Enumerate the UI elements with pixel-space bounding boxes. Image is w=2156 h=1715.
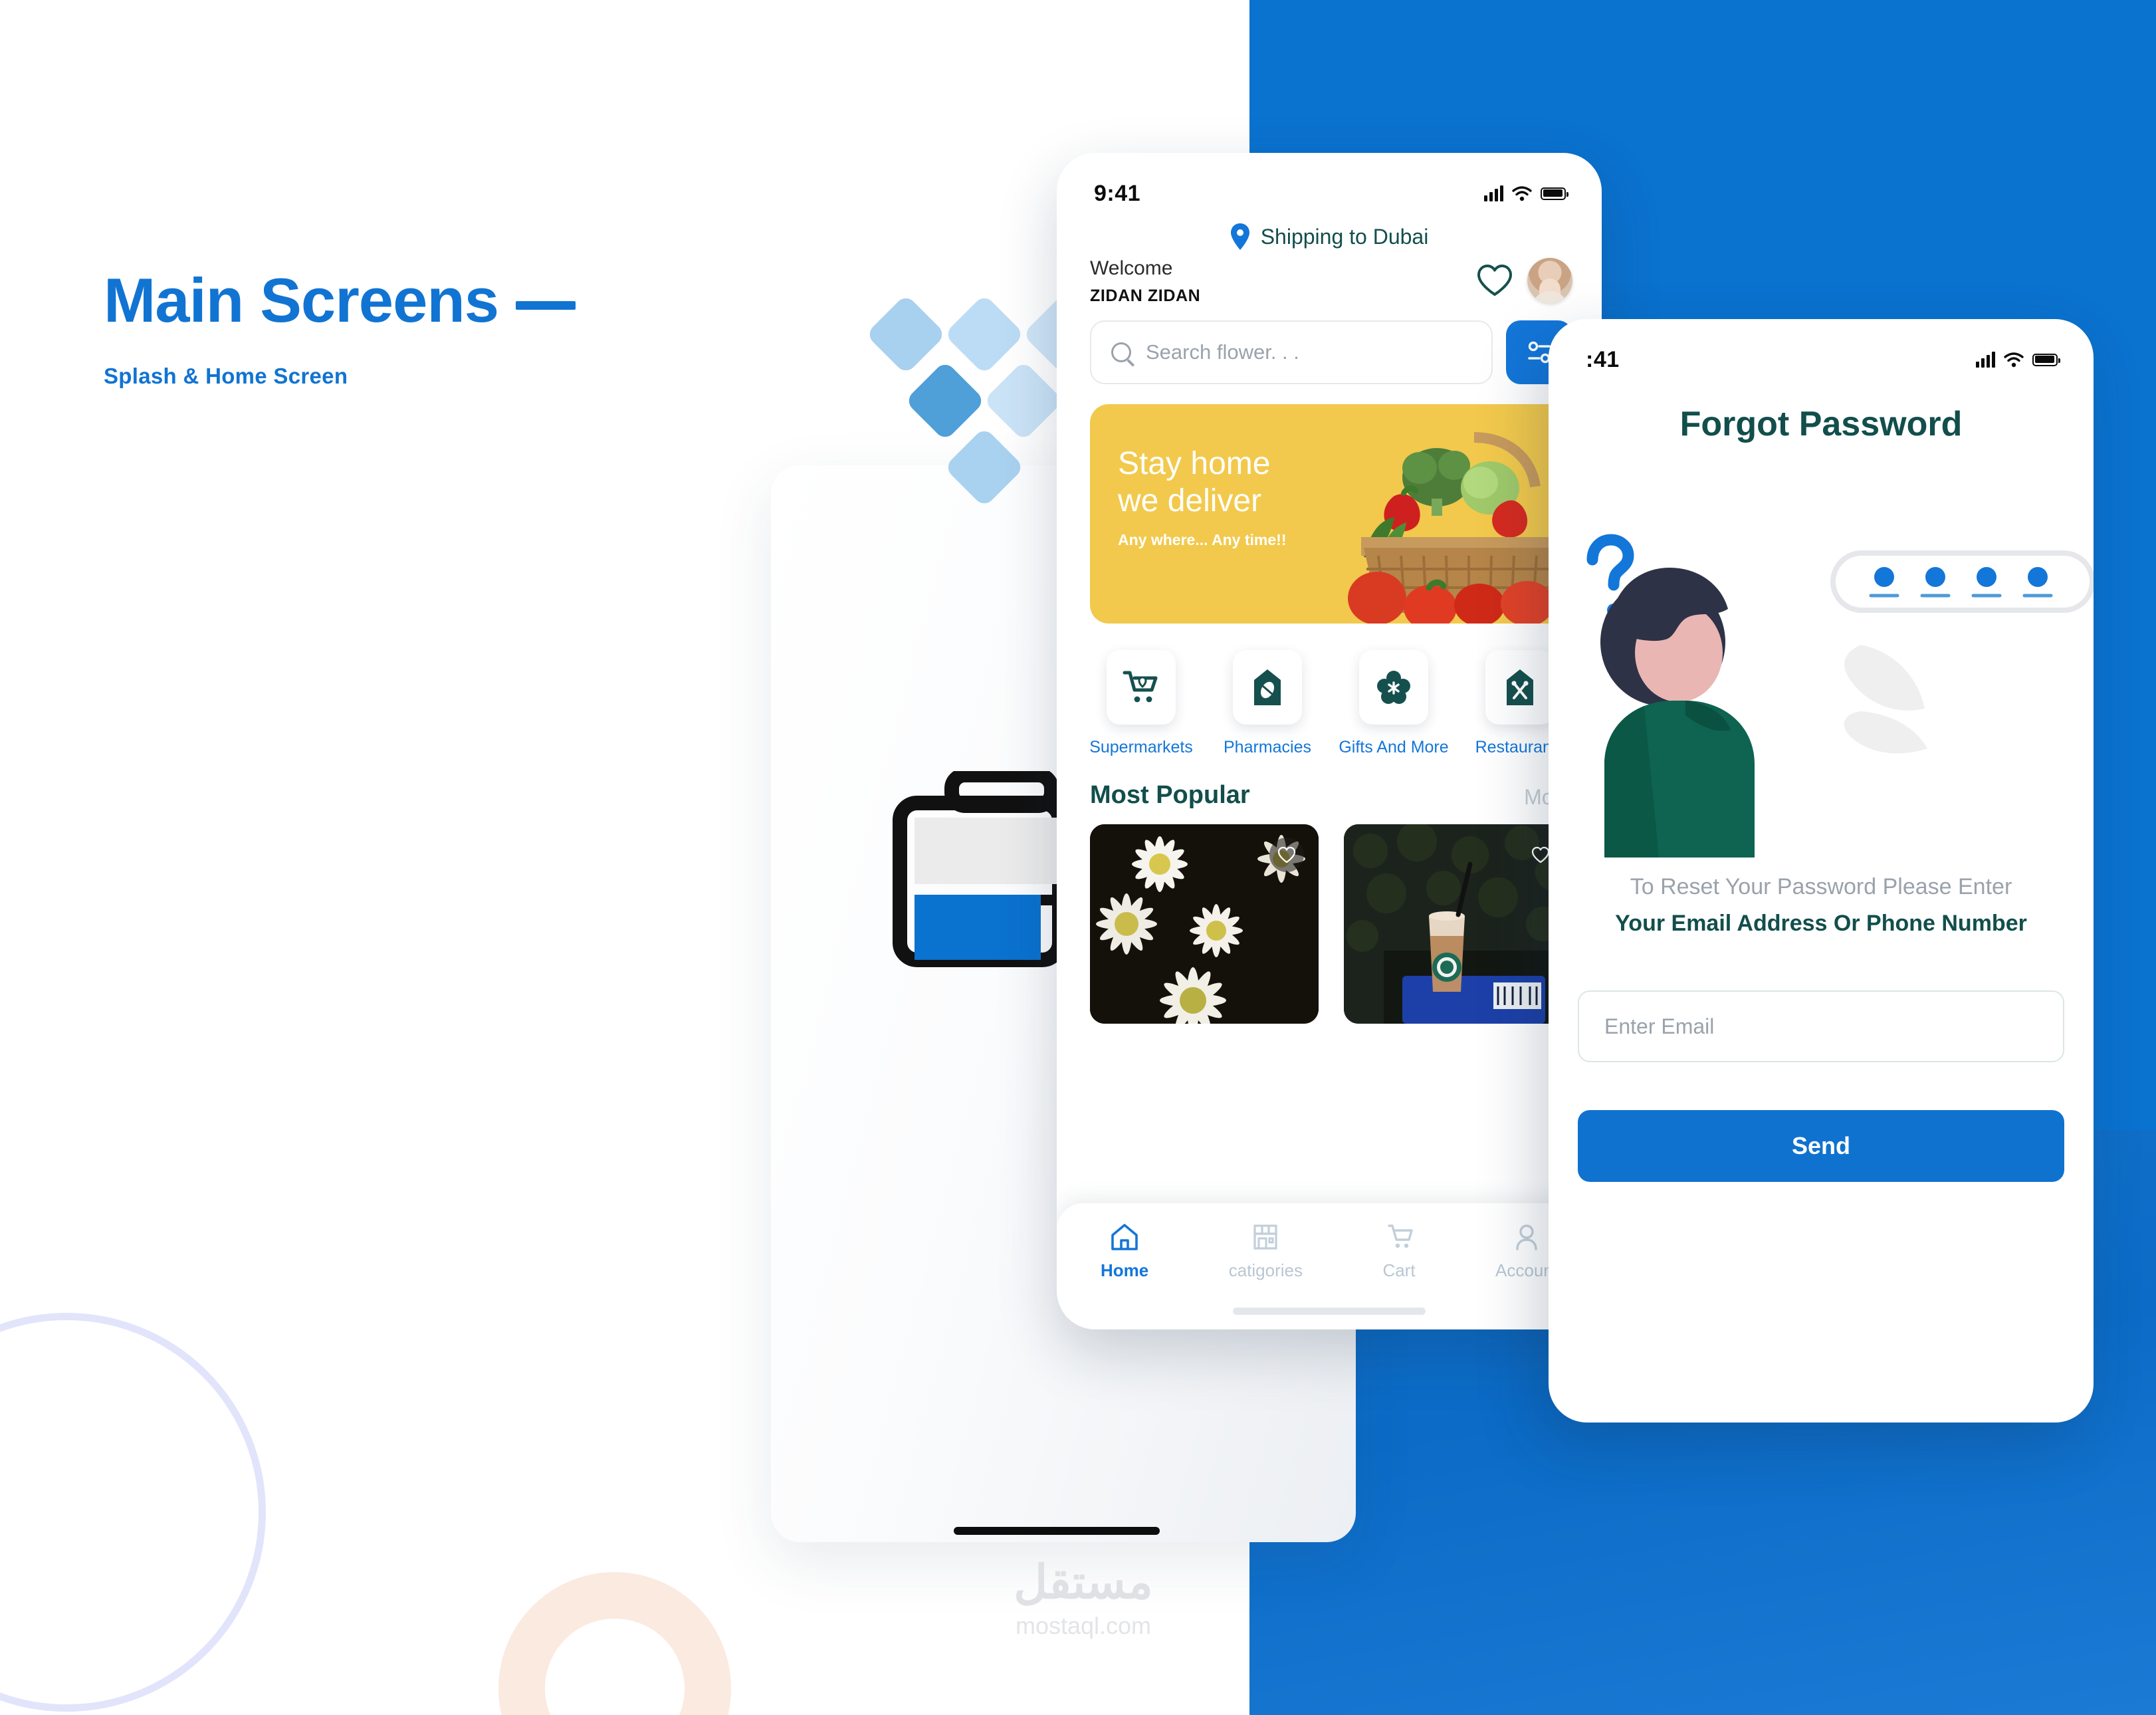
tab-label: Home <box>1101 1260 1149 1280</box>
popular-card-flowers[interactable] <box>1090 824 1319 1024</box>
watermark-arabic: مستقل <box>1014 1556 1153 1608</box>
forgot-password-description: To Reset Your Password Please Enter Your… <box>1549 871 2094 941</box>
watermark-latin: mostaql.com <box>1015 1612 1152 1639</box>
category-tile <box>1485 649 1555 725</box>
section-title: Most Popular <box>1090 780 1250 809</box>
send-button[interactable]: Send <box>1578 1110 2064 1182</box>
category-row: Supermarkets Pharmacies Gifts And More R… <box>1057 624 1602 757</box>
decorative-lavender-circle <box>0 1313 266 1712</box>
email-field[interactable]: Enter Email <box>1578 990 2064 1062</box>
signal-bars-icon <box>1484 185 1503 201</box>
category-tile <box>1107 649 1176 725</box>
tab-label: catigories <box>1228 1260 1303 1280</box>
store-icon <box>1253 1224 1277 1250</box>
decorative-peach-circle <box>498 1572 731 1715</box>
heart-outline-icon <box>1277 846 1296 863</box>
password-dots-field-icon <box>1830 550 2094 613</box>
welcome-row: Welcome ZIDAN ZIDAN <box>1057 250 1602 306</box>
banner-line-2: we deliver <box>1118 483 1262 519</box>
briefcase-logo-illustration <box>893 771 1063 967</box>
description-line-2: Your Email Address Or Phone Number <box>1615 911 2027 937</box>
search-icon <box>1111 342 1131 362</box>
tab-cart[interactable]: Cart <box>1382 1222 1416 1281</box>
battery-icon <box>2032 353 2060 366</box>
vegetable-basket-image <box>1348 431 1561 624</box>
title-dash <box>516 300 576 310</box>
favorite-button[interactable] <box>1269 837 1304 872</box>
home-status-bar: 9:41 <box>1057 153 1602 209</box>
person-icon <box>1516 1224 1537 1250</box>
status-time: 9:41 <box>1094 180 1141 206</box>
page-title: Main Screens <box>104 269 576 332</box>
page-title-text: Main Screens <box>104 265 499 335</box>
heart-outline-icon <box>1531 846 1550 863</box>
person-with-question-mark-illustration <box>1586 534 2094 858</box>
banner-line-1: Stay home <box>1118 445 1271 481</box>
tab-catigories[interactable]: catigories <box>1229 1222 1303 1281</box>
welcome-greeting: Welcome <box>1090 257 1173 279</box>
promo-banner[interactable]: Stay home we deliver Any where... Any ti… <box>1090 403 1572 624</box>
mostaql-watermark: مستقل mostaql.com <box>950 1559 1216 1640</box>
category-label: Supermarkets <box>1089 737 1193 756</box>
shipping-location-row[interactable]: Shipping to Dubai <box>1057 223 1602 250</box>
signal-bars-icon <box>1976 352 1995 368</box>
battery-icon <box>1541 187 1568 200</box>
home-screen-phone: 9:41 Shipping to Dubai Welcome ZIDAN ZID… <box>1057 153 1602 1329</box>
popular-card-coffee[interactable] <box>1344 824 1572 1024</box>
forgot-status-bar: :41 <box>1549 319 2094 375</box>
most-popular-grid <box>1057 810 1602 1024</box>
forgot-password-phone: :41 Forgot Password To Reset Your Passwo… <box>1549 319 2094 1423</box>
cart-icon <box>1388 1224 1413 1248</box>
category-label: Pharmacies <box>1224 737 1311 756</box>
forgot-password-title: Forgot Password <box>1679 405 1963 443</box>
bottom-tab-bar: Home catigories Cart Account <box>1057 1203 1602 1329</box>
category-item-gifts[interactable]: Gifts And More <box>1335 649 1453 757</box>
page-subtitle: Splash & Home Screen <box>104 364 348 388</box>
search-input[interactable]: Search flower. . . <box>1090 320 1493 384</box>
email-placeholder: Enter Email <box>1604 1014 1715 1038</box>
wifi-icon <box>1512 185 1532 201</box>
shopping-cart-icon <box>1123 671 1158 702</box>
description-line-1: To Reset Your Password Please Enter <box>1630 874 2012 899</box>
category-tile <box>1233 649 1302 725</box>
wifi-icon <box>2004 352 2024 367</box>
heart-outline-icon[interactable] <box>1477 264 1513 297</box>
search-row: Search flower. . . <box>1057 306 1602 384</box>
shipping-label: Shipping to Dubai <box>1260 224 1429 249</box>
category-item-supermarkets[interactable]: Supermarkets <box>1082 649 1200 757</box>
headline-block: Main Screens Splash & Home Screen <box>104 269 576 389</box>
welcome-user-name: ZIDAN ZIDAN <box>1090 286 1201 305</box>
send-button-label: Send <box>1791 1132 1850 1159</box>
search-placeholder: Search flower. . . <box>1146 340 1299 364</box>
panel-home-indicator <box>954 1527 1160 1535</box>
fork-knife-icon <box>1507 669 1533 705</box>
most-popular-header: Most Popular More <box>1057 757 1602 810</box>
category-tile <box>1359 649 1428 725</box>
flower-gift-icon <box>1377 670 1410 704</box>
pharmacy-pill-icon <box>1254 669 1281 705</box>
tab-home[interactable]: Home <box>1101 1222 1148 1281</box>
home-icon <box>1111 1224 1138 1250</box>
category-item-pharmacies[interactable]: Pharmacies <box>1208 649 1327 757</box>
banner-subtitle: Any where... Any time!! <box>1118 530 1287 548</box>
location-pin-icon <box>1230 223 1249 250</box>
category-label: Gifts And More <box>1339 737 1449 756</box>
status-time: :41 <box>1586 346 1620 372</box>
tab-label: Cart <box>1382 1260 1416 1280</box>
avatar[interactable] <box>1527 257 1572 303</box>
phone-home-indicator <box>1233 1308 1426 1315</box>
